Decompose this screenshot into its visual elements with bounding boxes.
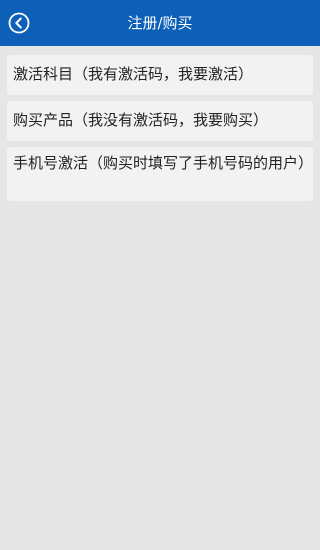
phone-activation-item[interactable]: 手机号激活（购买时填写了手机号码的用户） xyxy=(7,147,313,201)
header-bar: 注册/购买 xyxy=(0,0,320,46)
app-screen: 注册/购买 激活科目（我有激活码，我要激活） 购买产品（我没有激活码，我要购买）… xyxy=(0,0,320,550)
back-button[interactable] xyxy=(8,12,30,34)
menu-list: 激活科目（我有激活码，我要激活） 购买产品（我没有激活码，我要购买） 手机号激活… xyxy=(7,55,313,207)
buy-product-item[interactable]: 购买产品（我没有激活码，我要购买） xyxy=(7,101,313,141)
activate-subject-item[interactable]: 激活科目（我有激活码，我要激活） xyxy=(7,55,313,95)
page-title: 注册/购买 xyxy=(127,14,193,32)
chevron-left-circle-icon xyxy=(8,12,30,34)
